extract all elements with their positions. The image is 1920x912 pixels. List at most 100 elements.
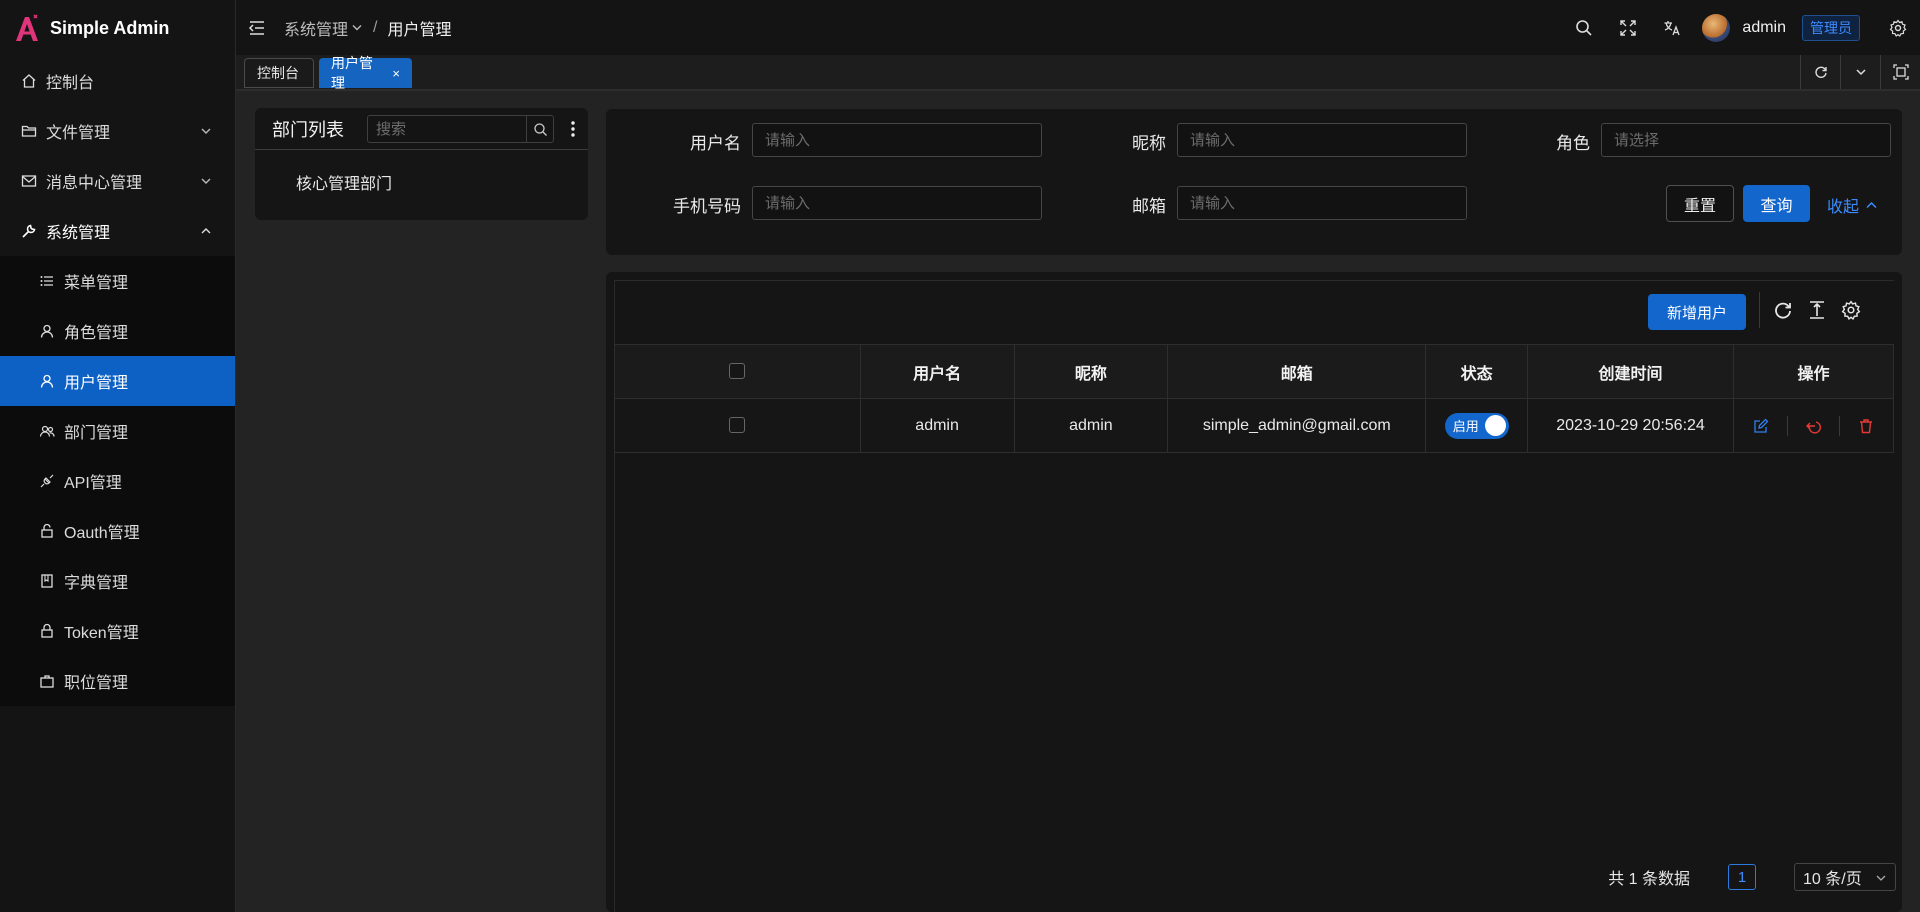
department-tree-node[interactable]: 核心管理部门 xyxy=(296,170,392,194)
table-row[interactable]: admin admin simple_admin@gmail.com 启用 20… xyxy=(614,398,1895,453)
username-input[interactable] xyxy=(752,123,1042,157)
sidebar-item-positions[interactable]: 职位管理 xyxy=(0,656,235,706)
pagination-total: 共 1 条数据 xyxy=(1608,871,1690,888)
mail-icon xyxy=(20,172,38,190)
sidebar-item-roles[interactable]: 角色管理 xyxy=(0,306,235,356)
user-table: 用户名 昵称 邮箱 状态 创建时间 操作 admin admin simple_… xyxy=(614,344,1895,453)
column-header[interactable]: 用户名 xyxy=(859,344,1015,399)
logout-icon[interactable] xyxy=(1787,415,1839,436)
sidebar: Simple Admin 控制台 文件管理 消息中心管理 系统管理 菜单管理 角… xyxy=(0,0,236,912)
role-badge: 管理员 xyxy=(1802,14,1860,41)
sidebar-item-users[interactable]: 用户管理 xyxy=(0,356,235,406)
column-header[interactable]: 操作 xyxy=(1732,344,1895,399)
gear-icon[interactable] xyxy=(1834,293,1868,327)
sidebar-item-system[interactable]: 系统管理 xyxy=(0,206,235,256)
sidebar-item-messages[interactable]: 消息中心管理 xyxy=(0,156,235,206)
chevron-down-icon xyxy=(199,124,213,138)
search-icon[interactable] xyxy=(526,116,553,142)
tab-user-management[interactable]: 用户管理 × xyxy=(319,55,412,91)
column-height-icon[interactable] xyxy=(1800,293,1834,327)
sidebar-item-api[interactable]: API管理 xyxy=(0,456,235,506)
breadcrumb-parent[interactable]: 系统管理 xyxy=(284,16,348,40)
sidebar-item-departments[interactable]: 部门管理 xyxy=(0,406,235,456)
translate-icon[interactable] xyxy=(1650,0,1694,55)
unlock-icon xyxy=(38,522,56,540)
email-input[interactable] xyxy=(1177,186,1467,220)
chevron-down-icon xyxy=(1875,872,1887,884)
chevron-up-icon xyxy=(199,224,213,238)
column-header[interactable]: 状态 xyxy=(1425,344,1529,399)
cell-nickname: admin xyxy=(1013,398,1169,453)
status-toggle-label: 启用 xyxy=(1452,419,1479,434)
team-icon xyxy=(38,422,56,440)
cell-username: admin xyxy=(859,398,1015,453)
fullscreen-icon[interactable] xyxy=(1606,0,1650,55)
collapse-link[interactable]: 收起 xyxy=(1827,193,1878,217)
nickname-label: 昵称 xyxy=(1132,134,1166,153)
chevron-down-icon xyxy=(199,174,213,188)
cell-actions xyxy=(1732,398,1895,453)
sidebar-item-oauth[interactable]: Oauth管理 xyxy=(0,506,235,556)
cell-created: 2023-10-29 20:56:24 xyxy=(1527,398,1734,453)
column-header[interactable]: 邮箱 xyxy=(1167,344,1427,399)
user-name[interactable]: admin xyxy=(1742,19,1786,37)
sidebar-item-token[interactable]: Token管理 xyxy=(0,606,235,656)
sidebar-item-label: 控制台 xyxy=(46,75,95,92)
api-icon xyxy=(38,472,56,490)
sidebar-item-menus[interactable]: 菜单管理 xyxy=(0,256,235,306)
edit-icon[interactable] xyxy=(1735,416,1787,436)
department-search-input[interactable] xyxy=(368,120,518,138)
chevron-down-icon[interactable] xyxy=(351,22,363,34)
role-label: 角色 xyxy=(1556,134,1590,153)
refresh-icon[interactable] xyxy=(1766,293,1800,327)
chevron-down-icon[interactable] xyxy=(1840,55,1880,89)
select-all-checkbox[interactable] xyxy=(729,363,746,380)
row-actions xyxy=(1734,415,1893,436)
breadcrumb-separator: / xyxy=(373,18,378,36)
sidebar-item-label: 部门管理 xyxy=(64,425,129,442)
mobile-input[interactable] xyxy=(752,186,1042,220)
sidebar-item-dictionary[interactable]: 字典管理 xyxy=(0,556,235,606)
sidebar-item-label: 消息中心管理 xyxy=(46,175,143,192)
system-submenu: 菜单管理 角色管理 用户管理 部门管理 API管理 Oauth管理 字典管理 T… xyxy=(0,256,235,706)
logo[interactable]: Simple Admin xyxy=(0,0,235,56)
tab-bar: 控制台 用户管理 × xyxy=(236,55,1920,91)
breadcrumb: 系统管理 / 用户管理 xyxy=(284,16,451,40)
folder-icon xyxy=(20,122,38,140)
nickname-input[interactable] xyxy=(1177,123,1467,157)
sidebar-item-files[interactable]: 文件管理 xyxy=(0,106,235,156)
tab-label: 控制台 xyxy=(257,65,299,81)
email-label: 邮箱 xyxy=(1132,197,1166,216)
department-panel: 部门列表 核心管理部门 xyxy=(255,108,588,220)
select-all-cell xyxy=(614,344,861,399)
refresh-icon[interactable] xyxy=(1800,55,1840,89)
sidebar-item-label: 字典管理 xyxy=(64,575,129,592)
wrench-icon xyxy=(20,222,38,240)
logo-icon xyxy=(12,13,42,43)
close-icon[interactable]: × xyxy=(392,66,400,81)
more-vertical-icon[interactable] xyxy=(570,120,576,138)
menu-fold-icon[interactable] xyxy=(246,17,268,39)
row-checkbox[interactable] xyxy=(729,417,746,434)
reset-button[interactable]: 重置 xyxy=(1666,185,1734,222)
query-button[interactable]: 查询 xyxy=(1743,185,1810,222)
add-user-button[interactable]: 新增用户 xyxy=(1648,294,1746,330)
column-header[interactable]: 创建时间 xyxy=(1527,344,1734,399)
sidebar-item-label: 菜单管理 xyxy=(64,275,129,292)
pagination-page-current[interactable]: 1 xyxy=(1728,864,1756,890)
tab-label: 用户管理 xyxy=(331,55,373,91)
column-header[interactable]: 昵称 xyxy=(1013,344,1169,399)
expand-icon[interactable] xyxy=(1880,55,1920,89)
gear-icon[interactable] xyxy=(1876,0,1920,55)
search-icon[interactable] xyxy=(1562,0,1606,55)
tab-dashboard[interactable]: 控制台 xyxy=(244,58,314,88)
status-toggle[interactable]: 启用 xyxy=(1444,412,1509,439)
page-size-select[interactable]: 10 条/页 xyxy=(1794,863,1896,891)
book-icon xyxy=(38,572,56,590)
lock-icon xyxy=(38,622,56,640)
delete-icon[interactable] xyxy=(1839,415,1891,436)
avatar[interactable] xyxy=(1702,13,1731,42)
tab-tools xyxy=(1800,55,1920,89)
sidebar-item-dashboard[interactable]: 控制台 xyxy=(0,56,235,106)
role-select[interactable] xyxy=(1601,123,1891,157)
